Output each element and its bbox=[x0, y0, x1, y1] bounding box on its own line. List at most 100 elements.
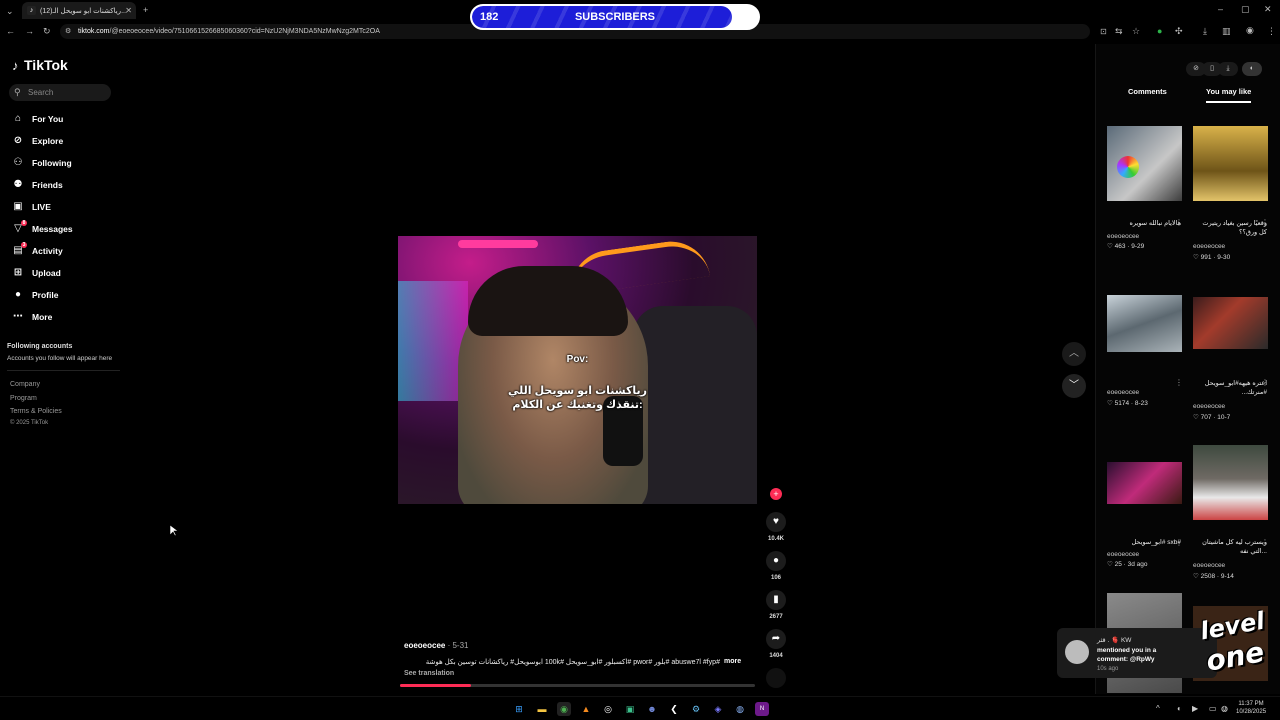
browser-tab[interactable]: ♪ (12)رياكشنات ابو سويحل الـ... ✕ bbox=[22, 2, 136, 19]
previous-video-button[interactable]: ︿ bbox=[1062, 342, 1086, 366]
translate-icon[interactable]: ⇆ bbox=[1115, 26, 1123, 36]
battery-icon[interactable]: ▭ bbox=[1209, 704, 1217, 713]
sidebar-item-following[interactable]: ⚇ Following bbox=[12, 156, 112, 172]
music-disc-button[interactable] bbox=[766, 668, 786, 688]
download-icon[interactable]: ⤓ bbox=[1218, 62, 1238, 76]
user-avatar[interactable]: ◐ bbox=[1242, 62, 1262, 76]
windows-start-icon[interactable]: ⊞ bbox=[512, 702, 526, 716]
card-menu-icon[interactable]: ⋮ bbox=[1175, 378, 1183, 387]
sidebar-item-more[interactable]: ⋯ More bbox=[12, 310, 112, 326]
more-button[interactable]: more bbox=[724, 658, 741, 665]
card-stats-text: 463 · 9-29 bbox=[1114, 243, 1145, 250]
card-menu-icon[interactable]: ⋮ bbox=[1175, 538, 1183, 547]
footer-link-terms[interactable]: Terms & Policies bbox=[10, 408, 62, 415]
sidebar-item-activity[interactable]: ▤ 3 Activity bbox=[12, 242, 112, 260]
close-tab-icon[interactable]: ✕ bbox=[125, 6, 132, 15]
like-button[interactable]: ♥ 10.4K bbox=[766, 512, 786, 542]
video-player[interactable]: Pov: رياكشنات ابو سويحل اللي تنقذك وتغني… bbox=[398, 236, 757, 504]
card-user[interactable]: eoeoeocee bbox=[1193, 562, 1225, 569]
share-button[interactable]: ➦ 1404 bbox=[766, 629, 786, 659]
profile-avatar-icon[interactable]: ◉ bbox=[1246, 25, 1254, 35]
post-author[interactable]: eoeoeocee bbox=[404, 641, 445, 650]
close-window-icon[interactable]: ✕ bbox=[1264, 4, 1272, 14]
volume-icon[interactable]: ♪ bbox=[1223, 704, 1227, 713]
card-title[interactable]: اعتره هيهه#ابو_سويحل #منرتك... bbox=[1193, 379, 1267, 397]
tray-app-icon[interactable]: ◐ bbox=[1177, 704, 1182, 713]
next-video-button[interactable]: ﹀ bbox=[1062, 374, 1086, 398]
app-icon[interactable]: ◈ bbox=[711, 702, 725, 716]
sidebar-item-profile[interactable]: ● Profile bbox=[12, 288, 112, 304]
tray-media-icon[interactable]: ▶ bbox=[1192, 704, 1198, 713]
sidebar-item-explore[interactable]: ⊘ Explore bbox=[12, 134, 112, 150]
search-input[interactable]: ⚲ Search bbox=[9, 84, 111, 101]
sidebar-item-friends[interactable]: ⚉ Friends bbox=[12, 178, 112, 194]
browser-app-icon[interactable]: ◍ bbox=[733, 702, 747, 716]
footer-link-company[interactable]: Company bbox=[10, 381, 40, 388]
taskbar-clock[interactable]: 11:37 PM 10/28/2025 bbox=[1236, 700, 1266, 716]
mention-notification[interactable]: قثر . 🫀 KW mentioned you in a comment: @… bbox=[1057, 628, 1217, 678]
tiktok-logo[interactable]: ♪ TikTok bbox=[12, 57, 68, 73]
save-button[interactable]: ▮ 2677 bbox=[766, 590, 786, 620]
video-thumbnail[interactable] bbox=[1193, 126, 1268, 201]
video-thumbnail[interactable] bbox=[1193, 445, 1268, 520]
card-menu-icon[interactable]: ⋮ bbox=[1261, 378, 1269, 387]
discord-icon[interactable]: ☻ bbox=[645, 702, 659, 716]
sidebar-item-for-you[interactable]: ⌂ For You bbox=[12, 112, 112, 128]
card-stats-text: 991 · 9-30 bbox=[1200, 254, 1231, 261]
reload-icon[interactable]: ↻ bbox=[43, 26, 51, 36]
card-user[interactable]: eoeoeocee bbox=[1193, 403, 1225, 410]
maximize-icon[interactable]: ▢ bbox=[1241, 4, 1250, 14]
sidebar-item-upload[interactable]: ⊞ Upload bbox=[12, 266, 112, 282]
card-user[interactable]: eoeoeocee bbox=[1107, 389, 1139, 396]
sidebar-item-live[interactable]: ▣ LIVE bbox=[12, 200, 112, 216]
video-thumbnail[interactable] bbox=[1107, 126, 1182, 201]
chrome-icon[interactable]: ◉ bbox=[557, 702, 571, 716]
card-title[interactable]: هالايام نبالله سويره bbox=[1107, 219, 1181, 228]
new-tab-icon[interactable]: + bbox=[143, 5, 148, 15]
obs-icon[interactable]: ◎ bbox=[601, 702, 615, 716]
card-user[interactable]: eoeoeocee bbox=[1193, 243, 1225, 250]
forward-icon[interactable]: → bbox=[25, 26, 34, 36]
epic-games-icon[interactable]: ❮ bbox=[667, 702, 681, 716]
follow-plus-button[interactable]: + bbox=[766, 488, 786, 500]
card-menu-icon[interactable]: ⋮ bbox=[1175, 218, 1183, 227]
next-app-icon[interactable]: N bbox=[755, 702, 769, 716]
tab-list-icon[interactable]: ⌄ bbox=[6, 6, 14, 16]
video-progress-bar[interactable] bbox=[400, 684, 755, 687]
footer-copyright: © 2025 TikTok bbox=[10, 420, 49, 426]
sidebar-divider bbox=[7, 370, 120, 371]
extension-status-icon[interactable]: ● bbox=[1157, 26, 1162, 36]
card-user[interactable]: eoeoeocee bbox=[1107, 551, 1139, 558]
vlc-icon[interactable]: ▲ bbox=[579, 702, 593, 716]
browser-menu-icon[interactable]: ⋮ bbox=[1267, 26, 1276, 36]
card-menu-icon[interactable]: ⋮ bbox=[1261, 218, 1269, 227]
comment-button[interactable]: ● 106 bbox=[766, 551, 786, 581]
video-thumbnail[interactable] bbox=[1107, 295, 1182, 352]
card-user[interactable]: eoeoeocee bbox=[1107, 233, 1139, 240]
video-thumbnail[interactable] bbox=[1193, 297, 1268, 349]
file-explorer-icon[interactable]: ▬ bbox=[535, 702, 549, 716]
back-icon[interactable]: ← bbox=[6, 26, 15, 36]
live-icon: ▣ bbox=[13, 201, 23, 212]
site-info-icon[interactable]: ⚙ bbox=[65, 27, 71, 37]
install-icon[interactable]: ⊡ bbox=[1100, 27, 1107, 37]
steam-icon[interactable]: ⚙ bbox=[689, 702, 703, 716]
minimize-icon[interactable]: – bbox=[1218, 4, 1223, 14]
tab-you-may-like[interactable]: You may like bbox=[1206, 87, 1252, 103]
video-thumbnail[interactable] bbox=[1107, 462, 1182, 504]
extensions-icon[interactable]: ✣ bbox=[1175, 26, 1183, 36]
footer-link-program[interactable]: Program bbox=[10, 395, 37, 402]
downloads-icon[interactable]: ⤓ bbox=[1203, 26, 1207, 36]
tab-comments[interactable]: Comments bbox=[1128, 87, 1167, 96]
windows-taskbar: ⊞ ▬ ◉ ▲ ◎ ▣ ☻ ❮ ⚙ ◈ ◍ N ^ ◐ ▶ ▭ ◍ ♪ 11:3… bbox=[0, 696, 1280, 720]
sidebar-item-messages[interactable]: ▽ 8 Messages bbox=[12, 220, 112, 238]
card-title[interactable]: #sxb #ابو_سويحل bbox=[1107, 538, 1182, 547]
bookmark-star-icon[interactable]: ☆ bbox=[1132, 26, 1140, 36]
terminal-icon[interactable]: ▣ bbox=[623, 702, 637, 716]
card-menu-icon[interactable]: ⋮ bbox=[1261, 538, 1269, 547]
card-title[interactable]: وقعيًا رسين بغياد ريتيرت كل ورق؟؟ bbox=[1193, 219, 1267, 237]
tray-chevron-icon[interactable]: ^ bbox=[1156, 704, 1160, 713]
split-view-icon[interactable]: ▥ bbox=[1222, 26, 1231, 36]
see-translation-link[interactable]: See translation bbox=[404, 670, 454, 677]
card-title[interactable]: ويسترب ليه كل ماشيتان ...التي نفه bbox=[1193, 538, 1267, 556]
